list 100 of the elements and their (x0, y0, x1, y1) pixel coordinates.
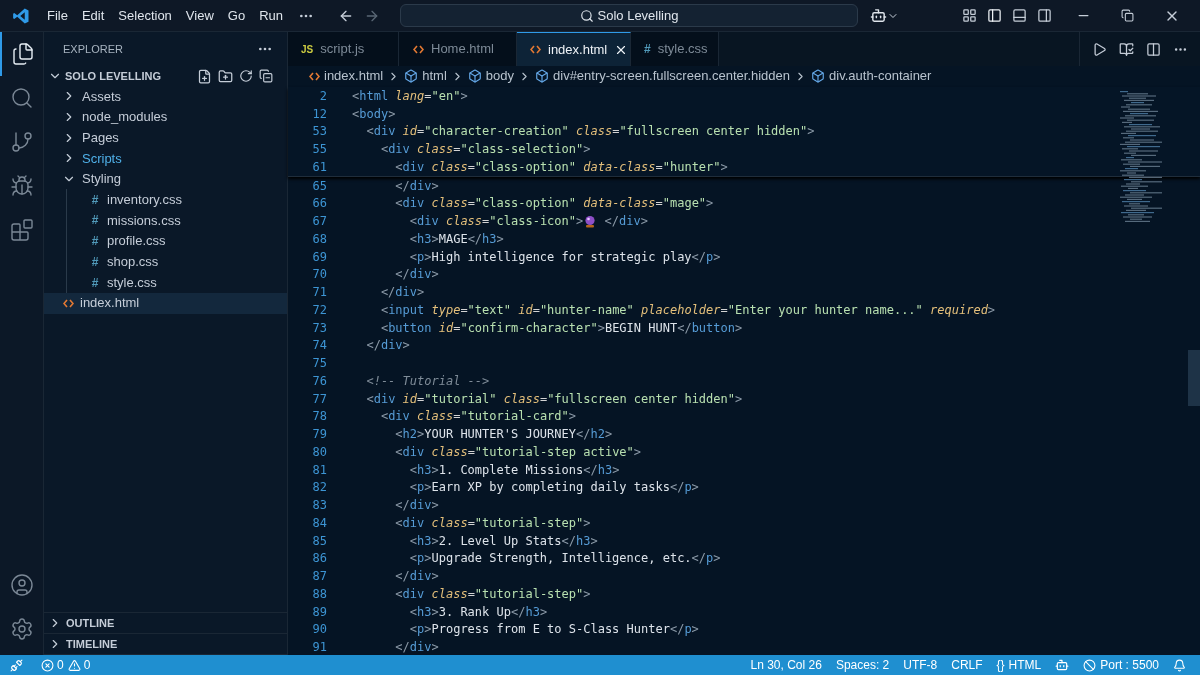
line-number: 87 (311, 568, 327, 586)
code-line: <body> (352, 105, 396, 123)
line-number: 75 (311, 355, 327, 373)
menu-item[interactable]: Run (252, 5, 290, 26)
code-line: <h3>2. Level Up Stats</h3> (408, 532, 598, 550)
warning-count[interactable]: 0 (83, 656, 91, 674)
tree-item[interactable]: # profile.css (67, 230, 287, 252)
editor-tab[interactable]: index.html (517, 32, 631, 66)
breadcrumb-item[interactable]: html (422, 66, 447, 86)
code-line: <h3>3. Rank Up</h3> (408, 603, 548, 621)
project-title[interactable]: SOLO LEVELLING (65, 67, 161, 85)
line-number: 88 (311, 585, 327, 603)
code-line: <button id="confirm-character">BEGIN HUNT</button> (379, 319, 743, 337)
tree-item[interactable]: node_modules (44, 106, 287, 128)
code-line: <div class="class-option" data-class="mage"> (394, 195, 714, 213)
line-number: 61 (311, 158, 327, 176)
tree-item[interactable]: Styling (44, 168, 287, 190)
code-line: <p>Earn XP by completing daily tasks</p> (408, 479, 699, 497)
code-line: <h3>MAGE</h3> (408, 230, 504, 248)
tree-item[interactable]: # inventory.css (67, 189, 287, 211)
breadcrumb-item[interactable]: index.html (324, 66, 384, 86)
status-item[interactable]: Spaces: 2 (835, 656, 890, 674)
line-number: 12 (311, 105, 327, 123)
line-number: 78 (311, 408, 327, 426)
menu-item[interactable]: Selection (111, 5, 179, 26)
code-line: <p>Progress from E to S-Class Hunter</p> (408, 621, 699, 639)
code-line: <html lang="en"> (352, 87, 468, 105)
line-number: 90 (311, 621, 327, 639)
breadcrumb-item[interactable]: div.auth-container (829, 66, 932, 86)
code-line: <h3>1. Complete Missions</h3> (408, 461, 620, 479)
code-line: </div> (365, 337, 410, 355)
code-line: </div> (394, 568, 439, 586)
code-line: <div class="class-selection"> (379, 141, 591, 159)
tree-item[interactable]: index.html (44, 292, 287, 314)
hash-icon: # (644, 40, 651, 58)
sidebar-title: EXPLORER (63, 41, 123, 57)
line-number: 69 (311, 248, 327, 266)
menu-item[interactable]: File (40, 5, 75, 26)
line-number: 86 (311, 550, 327, 568)
code-line: </div> (394, 266, 439, 284)
status-item[interactable]: CRLF (951, 656, 983, 674)
line-number: 79 (311, 426, 327, 444)
tree-item[interactable]: Assets (44, 86, 287, 107)
code-line: <div class="tutorial-step"> (394, 514, 591, 532)
line-number: 83 (311, 497, 327, 515)
code-line: <div class="tutorial-card"> (379, 408, 576, 426)
code-line: <div class="class-option" data-class="hunter"> (394, 158, 728, 176)
braces-icon: {} (996, 656, 1005, 674)
code-line: </div> (379, 284, 425, 302)
line-number: 72 (311, 301, 327, 319)
code-line: <div class="tutorial-step"> (394, 585, 591, 603)
code-line: <p>High intelligence for strategic play</p> (408, 248, 721, 266)
menu-item[interactable]: View (178, 5, 221, 26)
editor-tab[interactable]: # style.css (631, 32, 719, 66)
sidebar-section[interactable]: OUTLINE (44, 613, 287, 634)
line-number: 70 (311, 266, 327, 284)
breadcrumb-item[interactable]: body (485, 66, 514, 86)
live-server-port[interactable]: Port : 5500 (1100, 656, 1159, 674)
code-line: <div id="character-creation" class="fullscreen center hidden"> (365, 123, 815, 141)
command-search-field[interactable]: Solo Levelling (400, 4, 858, 27)
line-number: 77 (311, 390, 327, 408)
hash-icon: # (89, 211, 101, 230)
breadcrumb-item[interactable]: div#entry-screen.fullscreen.center.hidden (553, 66, 791, 86)
line-number: 76 (311, 372, 327, 390)
hash-icon: # (89, 232, 101, 251)
code-line: <div class="class-icon"> </div> (408, 213, 648, 231)
menu-item[interactable]: Go (220, 5, 253, 26)
line-number: 89 (311, 603, 327, 621)
line-number: 91 (311, 639, 327, 657)
code-line: </div> (394, 639, 439, 657)
hash-icon: # (89, 190, 101, 209)
line-number: 67 (311, 213, 327, 231)
line-number: 53 (311, 123, 327, 141)
tree-item[interactable]: # missions.css (67, 210, 287, 231)
code-line: </div> (394, 497, 439, 515)
tree-item[interactable]: Pages (44, 127, 287, 149)
editor-tab[interactable]: Home.html (399, 32, 517, 66)
line-number: 74 (311, 337, 327, 355)
menu-item[interactable]: Edit (74, 5, 112, 26)
code-line: <p>Upgrade Strength, Intelligence, etc.</p> (408, 550, 721, 568)
js-icon: JS (301, 41, 314, 57)
hash-icon: # (89, 252, 101, 271)
code-line: <div id="tutorial" class="fullscreen center hidden"> (365, 390, 743, 408)
status-item[interactable]: UTF-8 (903, 656, 938, 674)
tree-item[interactable]: Scripts (44, 148, 287, 169)
tree-item[interactable]: # shop.css (67, 251, 287, 273)
line-number: 80 (311, 443, 327, 461)
line-number: 71 (311, 284, 327, 302)
language-mode[interactable]: HTML (1008, 656, 1042, 674)
error-count[interactable]: 0 (57, 656, 64, 674)
line-number: 68 (311, 230, 327, 248)
status-item[interactable]: Ln 30, Col 26 (750, 656, 822, 674)
line-number: 85 (311, 532, 327, 550)
line-number: 81 (311, 461, 327, 479)
code-line: <div class="tutorial-step active"> (394, 443, 642, 461)
tree-item[interactable]: # style.css (67, 272, 287, 293)
line-number: 55 (311, 141, 327, 159)
line-number: 2 (318, 87, 327, 105)
editor-tab[interactable]: JS script.js (288, 32, 399, 66)
line-number: 66 (311, 195, 327, 213)
